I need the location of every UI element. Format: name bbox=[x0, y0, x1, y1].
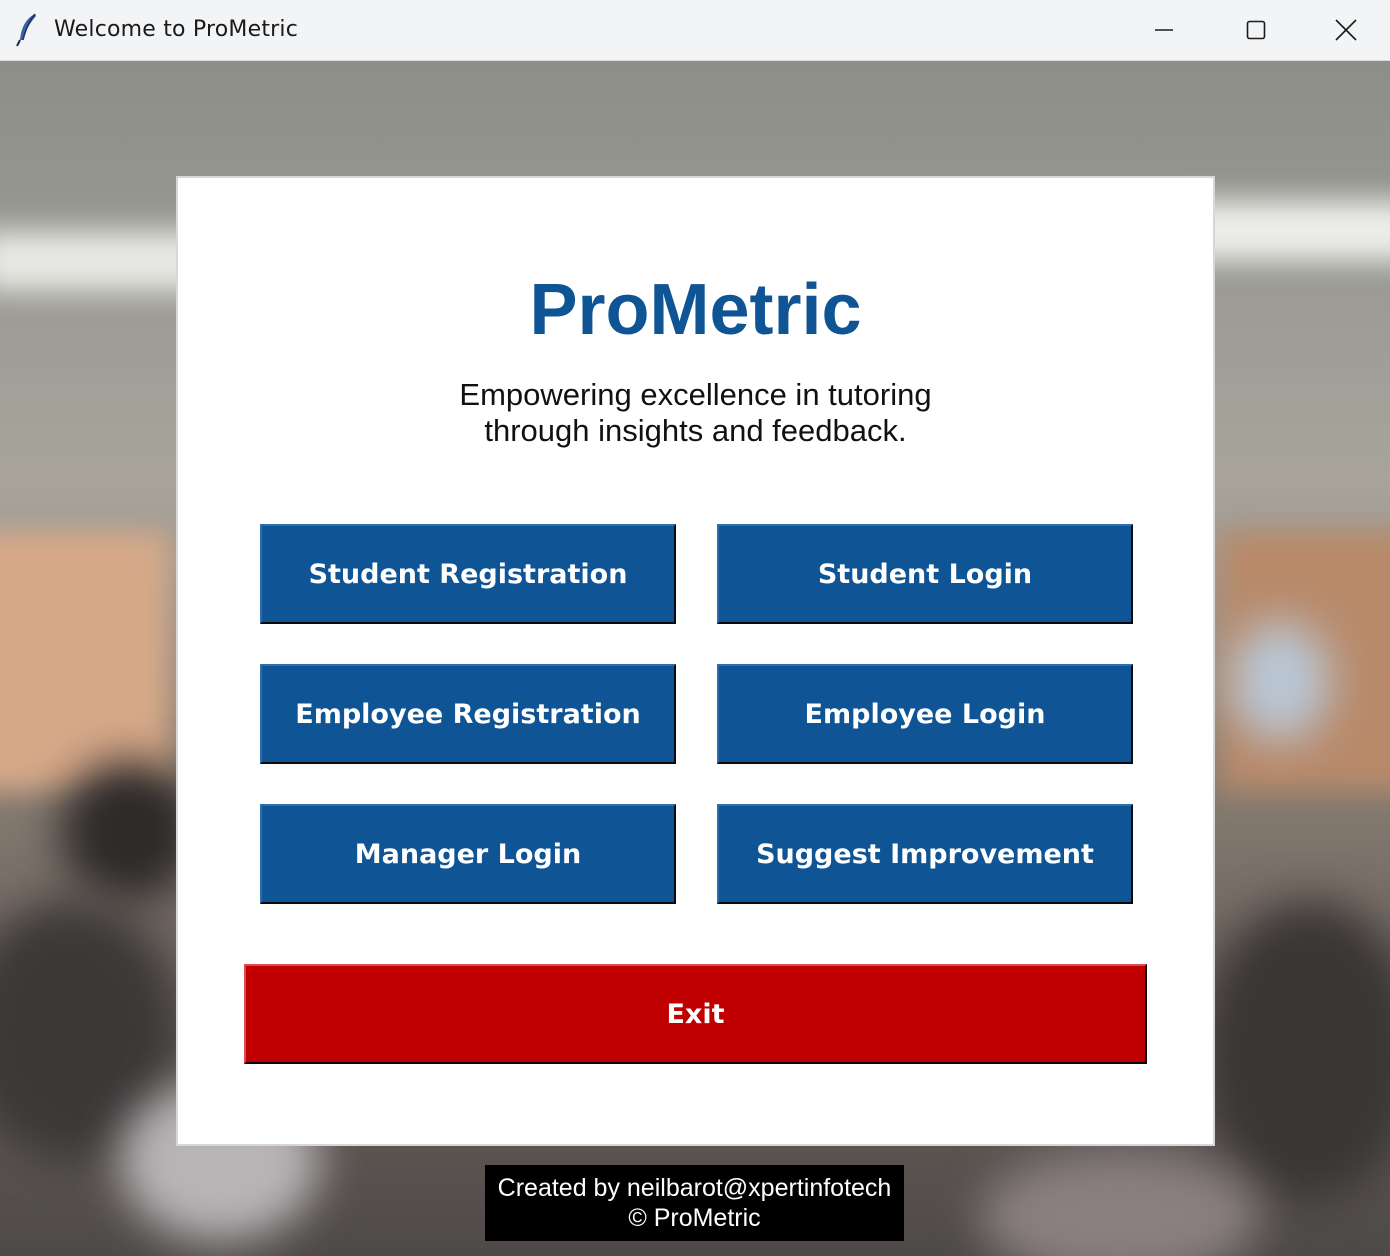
student-login-button[interactable]: Student Login bbox=[717, 524, 1133, 624]
footer-credit-line: Created by neilbarot@xpertinfotech bbox=[497, 1174, 892, 1202]
maximize-icon bbox=[1246, 20, 1266, 40]
feather-icon bbox=[14, 12, 40, 48]
title-bar[interactable]: Welcome to ProMetric bbox=[0, 0, 1390, 61]
app-title: ProMetric bbox=[529, 270, 862, 350]
footer-copyright: © ProMetric bbox=[628, 1204, 761, 1232]
employee-login-button[interactable]: Employee Login bbox=[717, 664, 1133, 764]
window-title: Welcome to ProMetric bbox=[54, 17, 299, 42]
minimize-icon bbox=[1154, 20, 1174, 40]
exit-button[interactable]: Exit bbox=[244, 964, 1147, 1064]
app-window: Welcome to ProMetric ProMetric Empowerin… bbox=[0, 0, 1390, 1256]
close-button[interactable] bbox=[1302, 0, 1390, 60]
main-card: ProMetric Empowering excellence in tutor… bbox=[176, 176, 1215, 1146]
minimize-button[interactable] bbox=[1118, 0, 1210, 60]
footer-credit: Created by neilbarot@xpertinfotech © Pro… bbox=[485, 1165, 904, 1241]
tagline: Empowering excellence in tutoring throug… bbox=[459, 377, 932, 448]
manager-login-button[interactable]: Manager Login bbox=[260, 804, 676, 904]
employee-registration-button[interactable]: Employee Registration bbox=[260, 664, 676, 764]
close-icon bbox=[1335, 19, 1357, 41]
maximize-button[interactable] bbox=[1210, 0, 1302, 60]
suggest-improvement-button[interactable]: Suggest Improvement bbox=[717, 804, 1133, 904]
student-registration-button[interactable]: Student Registration bbox=[260, 524, 676, 624]
